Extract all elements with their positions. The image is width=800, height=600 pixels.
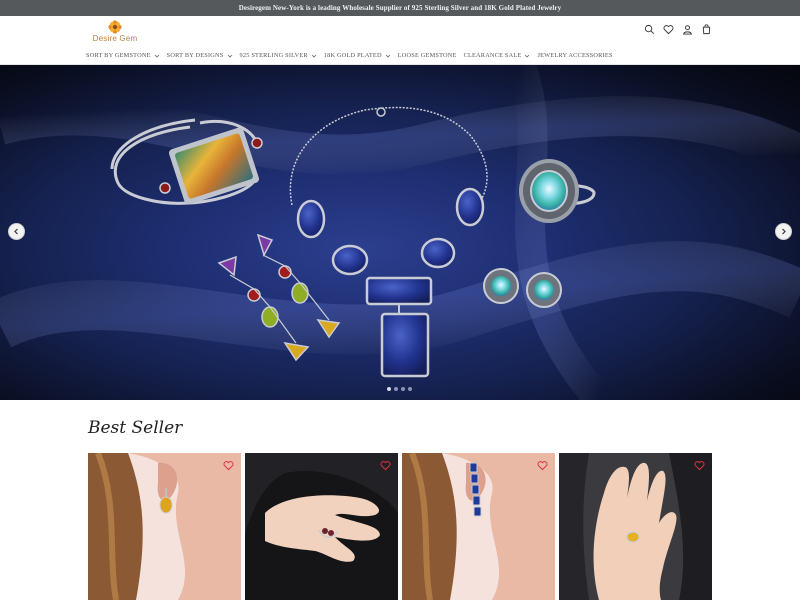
slide-dot[interactable] bbox=[394, 387, 398, 391]
product-card[interactable] bbox=[402, 453, 555, 600]
slide-dot[interactable] bbox=[401, 387, 405, 391]
main-nav: SORT BY GEMSTONE SORT BY DESIGNS 925 STE… bbox=[86, 52, 613, 59]
product-card[interactable] bbox=[245, 453, 398, 600]
slide-dot[interactable] bbox=[408, 387, 412, 391]
wishlist-heart-icon[interactable] bbox=[537, 460, 548, 471]
slide-indicators bbox=[387, 387, 412, 391]
site-header: Desire Gem SORT BY GEMSTONE SORT BY DESI… bbox=[0, 16, 800, 65]
account-icon[interactable] bbox=[682, 24, 693, 35]
nav-item-loose-gemstone[interactable]: LOOSE GEMSTONE bbox=[398, 52, 457, 59]
product-image bbox=[559, 453, 712, 600]
nav-item-sort-by-designs[interactable]: SORT BY DESIGNS bbox=[167, 52, 233, 59]
nav-item-925-sterling-silver[interactable]: 925 STERLING SILVER bbox=[240, 52, 317, 59]
nav-item-label: JEWELRY ACCESSORIES bbox=[537, 52, 613, 59]
nav-item-label: CLEARANCE SALE bbox=[463, 52, 522, 59]
hero-slideshow[interactable] bbox=[0, 65, 800, 400]
header-icons bbox=[644, 24, 712, 35]
cart-icon[interactable] bbox=[701, 24, 712, 35]
wishlist-heart-icon[interactable] bbox=[380, 460, 391, 471]
hero-jewelry-image bbox=[0, 65, 800, 400]
chevron-down-icon bbox=[385, 54, 391, 58]
logo[interactable]: Desire Gem bbox=[90, 18, 140, 46]
chevron-right-icon bbox=[782, 228, 786, 235]
wishlist-heart-icon[interactable] bbox=[663, 24, 674, 35]
chevron-down-icon bbox=[154, 54, 159, 58]
logo-flower-icon bbox=[108, 20, 122, 34]
nav-item-label: LOOSE GEMSTONE bbox=[397, 52, 457, 59]
slide-dot[interactable] bbox=[387, 387, 391, 391]
best-seller-grid bbox=[88, 453, 712, 600]
nav-item-label: SORT BY DESIGNS bbox=[166, 52, 224, 59]
wishlist-heart-icon[interactable] bbox=[223, 460, 234, 471]
previous-slide-button[interactable] bbox=[8, 223, 25, 240]
nav-item-label: 925 STERLING SILVER bbox=[239, 52, 308, 59]
product-image bbox=[245, 453, 398, 600]
announcement-text: Desiregem New-York is a leading Wholesal… bbox=[238, 4, 562, 12]
chevron-down-icon bbox=[525, 54, 530, 58]
product-image bbox=[88, 453, 241, 600]
nav-item-jewelry-accessories[interactable]: JEWELRY ACCESSORIES bbox=[537, 52, 612, 59]
search-icon[interactable] bbox=[644, 24, 655, 35]
announcement-bar: Desiregem New-York is a leading Wholesal… bbox=[0, 0, 800, 16]
chevron-left-icon bbox=[14, 228, 18, 235]
product-card[interactable] bbox=[559, 453, 712, 600]
nav-item-sort-by-gemstone[interactable]: SORT BY GEMSTONE bbox=[86, 52, 160, 59]
product-card[interactable] bbox=[88, 453, 241, 600]
best-seller-title: Best Seller bbox=[88, 418, 183, 438]
nav-item-label: 18K GOLD PLATED bbox=[323, 52, 382, 59]
nav-item-label: SORT BY GEMSTONE bbox=[86, 52, 151, 59]
nav-item-clearance-sale[interactable]: CLEARANCE SALE bbox=[464, 52, 531, 59]
chevron-down-icon bbox=[311, 54, 317, 58]
product-image bbox=[402, 453, 555, 600]
logo-text: Desire Gem bbox=[92, 34, 138, 43]
chevron-down-icon bbox=[227, 54, 232, 58]
nav-item-18k-gold-plated[interactable]: 18K GOLD PLATED bbox=[324, 52, 391, 59]
next-slide-button[interactable] bbox=[775, 223, 792, 240]
wishlist-heart-icon[interactable] bbox=[694, 460, 705, 471]
